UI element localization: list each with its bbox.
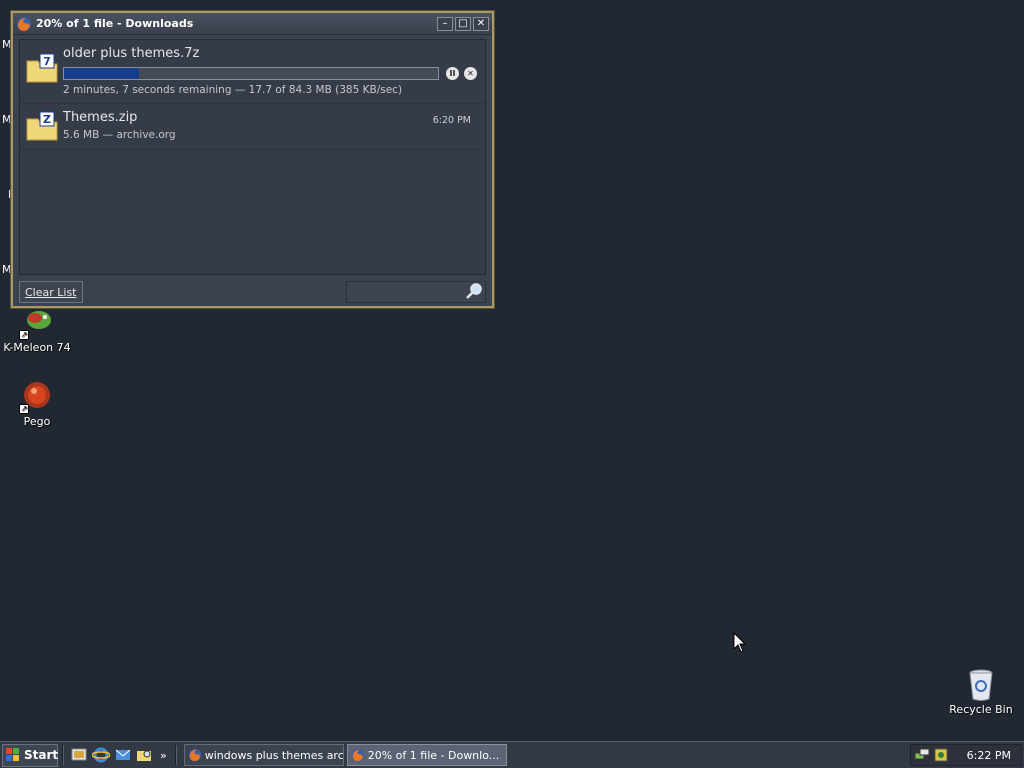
taskbar-separator	[62, 745, 64, 765]
taskbar-button-label: 20% of 1 file - Downlo...	[367, 748, 500, 762]
shortcut-arrow-icon: ↗	[19, 330, 29, 340]
taskbar-separator	[174, 745, 177, 765]
desktop-icon-k-meleon[interactable]: ↗ K-Meleon 74	[0, 306, 74, 354]
download-filename: older plus themes.7z	[63, 46, 200, 61]
show-desktop-icon[interactable]	[70, 746, 88, 764]
desktop-icon-label: Pego	[23, 415, 51, 428]
pause-button[interactable]: II	[446, 67, 459, 80]
mouse-cursor-icon	[733, 631, 747, 657]
tray-app-icon[interactable]	[933, 747, 949, 763]
search-folder-icon[interactable]	[136, 746, 154, 764]
start-label: Start	[24, 748, 59, 762]
system-tray: 6:22 PM	[910, 744, 1022, 766]
download-status: 5.6 MB — archive.org	[63, 129, 176, 141]
downloads-window: 20% of 1 file - Downloads – □ ✕ 7 older …	[11, 11, 494, 308]
firefox-icon[interactable]	[16, 16, 32, 32]
cancel-button[interactable]: ✕	[464, 67, 477, 80]
zip-archive-icon: Z	[26, 110, 58, 142]
firefox-icon	[188, 748, 202, 762]
download-progress-fill	[64, 68, 139, 79]
search-icon[interactable]	[465, 282, 483, 303]
shortcut-arrow-icon: ↗	[19, 404, 29, 414]
search-input[interactable]	[316, 283, 465, 301]
download-item[interactable]: Z Themes.zip 6:20 PM 5.6 MB — archive.or…	[20, 104, 485, 150]
taskbar-button-browser[interactable]: windows plus themes arc...	[183, 744, 344, 766]
k-meleon-icon: ↗	[19, 306, 53, 340]
desktop-icon-recycle-bin[interactable]: Recycle Bin	[944, 668, 1018, 716]
taskbar: Start » windows plus themes arc... 20% o…	[0, 741, 1024, 768]
search-box[interactable]	[316, 281, 486, 303]
download-filename: Themes.zip	[63, 110, 138, 125]
firefox-icon	[351, 748, 365, 762]
download-status: 2 minutes, 7 seconds remaining — 17.7 of…	[63, 84, 403, 96]
taskbar-clock[interactable]: 6:22 PM	[967, 749, 1011, 762]
download-progress-bar	[63, 67, 439, 80]
window-title: 20% of 1 file - Downloads	[36, 17, 194, 30]
download-time: 6:20 PM	[432, 115, 471, 126]
windows-flag-icon	[6, 748, 20, 762]
taskbar-button-downloads[interactable]: 20% of 1 file - Downlo...	[346, 744, 507, 766]
window-titlebar[interactable]: 20% of 1 file - Downloads – □ ✕	[13, 13, 492, 35]
7z-archive-icon: 7	[26, 52, 58, 84]
taskbar-button-label: windows plus themes arc...	[204, 748, 344, 762]
desktop-icon-pego[interactable]: ↗ Pego	[0, 380, 74, 428]
svg-text:Z: Z	[43, 113, 51, 126]
minimize-button[interactable]: –	[437, 16, 453, 31]
start-button[interactable]: Start	[2, 743, 59, 767]
outlook-express-icon[interactable]	[114, 746, 132, 764]
desktop-icon-label: K-Meleon 74	[3, 341, 71, 354]
quicklaunch-more-icon[interactable]: »	[160, 749, 167, 762]
recycle-bin-icon	[965, 668, 997, 701]
svg-text:7: 7	[43, 55, 51, 68]
pego-icon: ↗	[19, 380, 53, 414]
download-item[interactable]: 7 older plus themes.7z II ✕ 2 minutes, 7…	[20, 40, 485, 104]
clear-list-button[interactable]: Clear List	[19, 281, 83, 303]
downloads-footer: Clear List	[19, 279, 486, 305]
network-icon[interactable]	[914, 747, 930, 763]
downloads-list: 7 older plus themes.7z II ✕ 2 minutes, 7…	[19, 39, 486, 275]
close-button[interactable]: ✕	[473, 16, 489, 31]
internet-explorer-icon[interactable]	[91, 746, 111, 764]
desktop-icon-label: Recycle Bin	[949, 703, 1013, 716]
maximize-button[interactable]: □	[455, 16, 471, 31]
